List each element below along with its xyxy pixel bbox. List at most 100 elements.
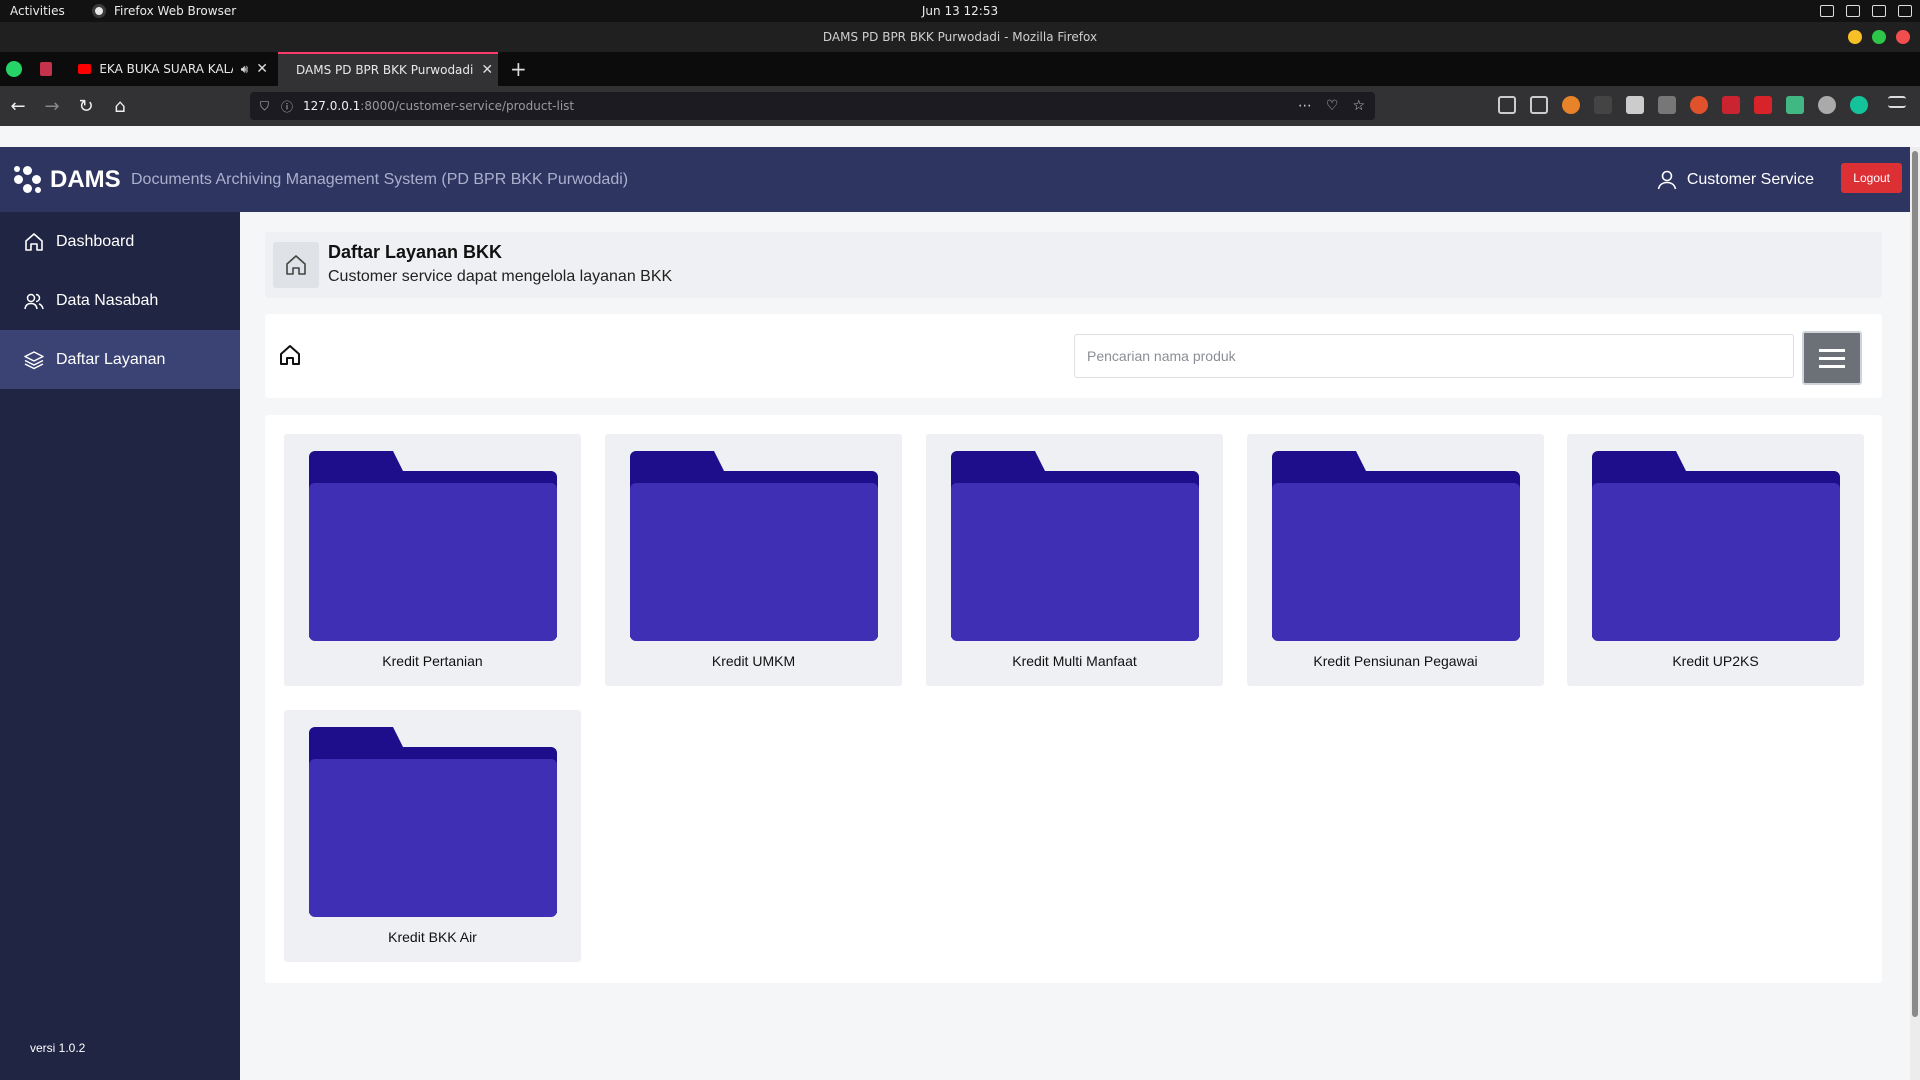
menu-icon[interactable]: [1888, 96, 1906, 108]
folder-icon: [309, 451, 557, 641]
folder-icon: [309, 727, 557, 917]
url-bar[interactable]: ⛉ ⓘ 127.0.0.1:8000/customer-service/prod…: [250, 92, 1375, 120]
pinned-tab-figma[interactable]: [32, 52, 60, 86]
grammarly-icon[interactable]: [1850, 96, 1868, 114]
speaker-icon[interactable]: 🔊︎: [241, 62, 249, 77]
product-label: Kredit Pertanian: [382, 653, 483, 669]
logout-button[interactable]: Logout: [1841, 163, 1902, 193]
page-header-icon-box: [273, 242, 319, 288]
window-title: DAMS PD BPR BKK Purwodadi - Mozilla Fire…: [822, 30, 1098, 44]
product-card[interactable]: Kredit Multi Manfaat: [926, 434, 1223, 686]
library-icon[interactable]: [1498, 96, 1516, 114]
back-button[interactable]: ←: [2, 90, 34, 122]
home-button[interactable]: ⌂: [104, 90, 136, 122]
battery-icon: [1898, 5, 1912, 17]
window-titlebar: DAMS PD BPR BKK Purwodadi - Mozilla Fire…: [0, 22, 1920, 52]
extension-icon[interactable]: [1658, 96, 1676, 114]
user-menu[interactable]: Customer Service: [1657, 170, 1814, 190]
airplane-icon: [1846, 5, 1860, 17]
dams-logo-icon: [14, 165, 42, 194]
whatsapp-icon: [6, 61, 22, 77]
network-icon: [1820, 5, 1834, 17]
tab-dams[interactable]: DAMS PD BPR BKK Purwodadi ✕: [278, 52, 498, 86]
search-input[interactable]: [1074, 334, 1794, 378]
app-header: DAMS Documents Archiving Management Syst…: [0, 147, 1920, 212]
navigation-toolbar: ← → ↻ ⌂ ⛉ ⓘ 127.0.0.1:8000/customer-serv…: [0, 86, 1920, 126]
tab-strip: EKA BUKA SUARA KALAU 🔊︎ ✕ DAMS PD BPR BK…: [0, 52, 1920, 86]
minimize-button[interactable]: [1848, 30, 1862, 44]
close-tab-icon[interactable]: ✕: [481, 62, 493, 78]
forward-button[interactable]: →: [36, 90, 68, 122]
brand-name: DAMS: [50, 165, 121, 193]
forward-arrow-icon: →: [44, 95, 60, 117]
extension-icon[interactable]: [1626, 96, 1644, 114]
scrollbar-thumb[interactable]: [1912, 151, 1918, 1017]
page-title: Daftar Layanan BKK: [328, 242, 503, 262]
extension-icon[interactable]: [1562, 96, 1580, 114]
bookmark-star-icon[interactable]: ☆: [1352, 98, 1365, 114]
reload-button[interactable]: ↻: [70, 90, 102, 122]
new-tab-button[interactable]: +: [498, 52, 539, 86]
app-subtitle: Documents Archiving Management System (P…: [131, 170, 629, 188]
tab-label: EKA BUKA SUARA KALAU: [99, 62, 232, 76]
tab-label: DAMS PD BPR BKK Purwodadi: [296, 63, 474, 77]
sidebar-item-label: Daftar Layanan: [56, 350, 166, 368]
sidebar-item-daftar-layanan[interactable]: Daftar Layanan: [0, 330, 240, 389]
page-scrollbar[interactable]: [1910, 147, 1920, 1080]
user-role: Customer Service: [1686, 170, 1814, 188]
product-card[interactable]: Kredit BKK Air: [284, 710, 581, 962]
product-label: Kredit UP2KS: [1672, 653, 1759, 669]
extension-icon[interactable]: [1690, 96, 1708, 114]
vue-devtools-icon[interactable]: [1786, 96, 1804, 114]
hamburger-icon: [1819, 348, 1845, 352]
more-actions-icon[interactable]: ⋯: [1298, 98, 1312, 114]
brand-logo[interactable]: DAMS: [14, 165, 121, 194]
folder-icon: [1272, 451, 1520, 641]
sidebar-item-dashboard[interactable]: Dashboard: [0, 212, 240, 271]
system-top-bar: Activities Firefox Web Browser Jun 13 12…: [0, 0, 1920, 22]
back-arrow-icon: ←: [10, 95, 26, 117]
volume-icon: [1872, 5, 1886, 17]
folder-icon: [1592, 451, 1840, 641]
extension-icon[interactable]: [1722, 96, 1740, 114]
sidebar: Dashboard Data Nasabah Daftar Layanan ve…: [0, 212, 240, 1080]
system-tray[interactable]: [1820, 5, 1912, 17]
clock[interactable]: Jun 13 12:53: [922, 4, 998, 18]
close-window-button[interactable]: [1896, 30, 1910, 44]
url-path: :8000/customer-service/product-list: [360, 99, 575, 113]
firefox-icon: [92, 4, 106, 18]
pocket-icon[interactable]: ♡: [1326, 98, 1339, 114]
tab-youtube[interactable]: EKA BUKA SUARA KALAU 🔊︎ ✕: [68, 52, 278, 86]
page-subtitle: Customer service dapat mengelola layanan…: [328, 268, 673, 285]
extension-icon[interactable]: [1594, 96, 1612, 114]
main-content: Daftar Layanan BKK Customer service dapa…: [240, 212, 1910, 1080]
pinned-tab-whatsapp[interactable]: [0, 52, 28, 86]
sidebar-icon[interactable]: [1530, 96, 1548, 114]
product-card[interactable]: Kredit UMKM: [605, 434, 902, 686]
activities-button[interactable]: Activities: [10, 4, 65, 18]
close-tab-icon[interactable]: ✕: [256, 61, 268, 77]
sidebar-item-label: Data Nasabah: [56, 291, 159, 309]
users-icon: [24, 293, 44, 309]
react-devtools-icon[interactable]: [1818, 96, 1836, 114]
home-breadcrumb-icon[interactable]: [279, 344, 301, 366]
shield-icon: ⛉: [260, 98, 270, 113]
extension-icon[interactable]: [1754, 96, 1772, 114]
app-menu[interactable]: Firefox Web Browser: [92, 4, 236, 18]
product-card[interactable]: Kredit Pensiunan Pegawai: [1247, 434, 1544, 686]
layers-icon: [24, 350, 44, 369]
product-label: Kredit Pensiunan Pegawai: [1313, 653, 1478, 669]
user-icon: [1657, 170, 1677, 189]
sidebar-item-label: Dashboard: [56, 232, 135, 250]
product-card[interactable]: Kredit Pertanian: [284, 434, 581, 686]
url-host: 127.0.0.1: [303, 99, 361, 113]
product-card[interactable]: Kredit UP2KS: [1567, 434, 1864, 686]
app-menu-label: Firefox Web Browser: [114, 4, 237, 18]
maximize-button[interactable]: [1872, 30, 1886, 44]
info-icon: ⓘ: [281, 99, 294, 114]
sidebar-item-data-nasabah[interactable]: Data Nasabah: [0, 271, 240, 330]
menu-toggle-button[interactable]: [1802, 331, 1862, 385]
page-header: Daftar Layanan BKK Customer service dapa…: [265, 232, 1882, 298]
folder-icon: [951, 451, 1199, 641]
app-version: versi 1.0.2: [30, 1041, 86, 1055]
